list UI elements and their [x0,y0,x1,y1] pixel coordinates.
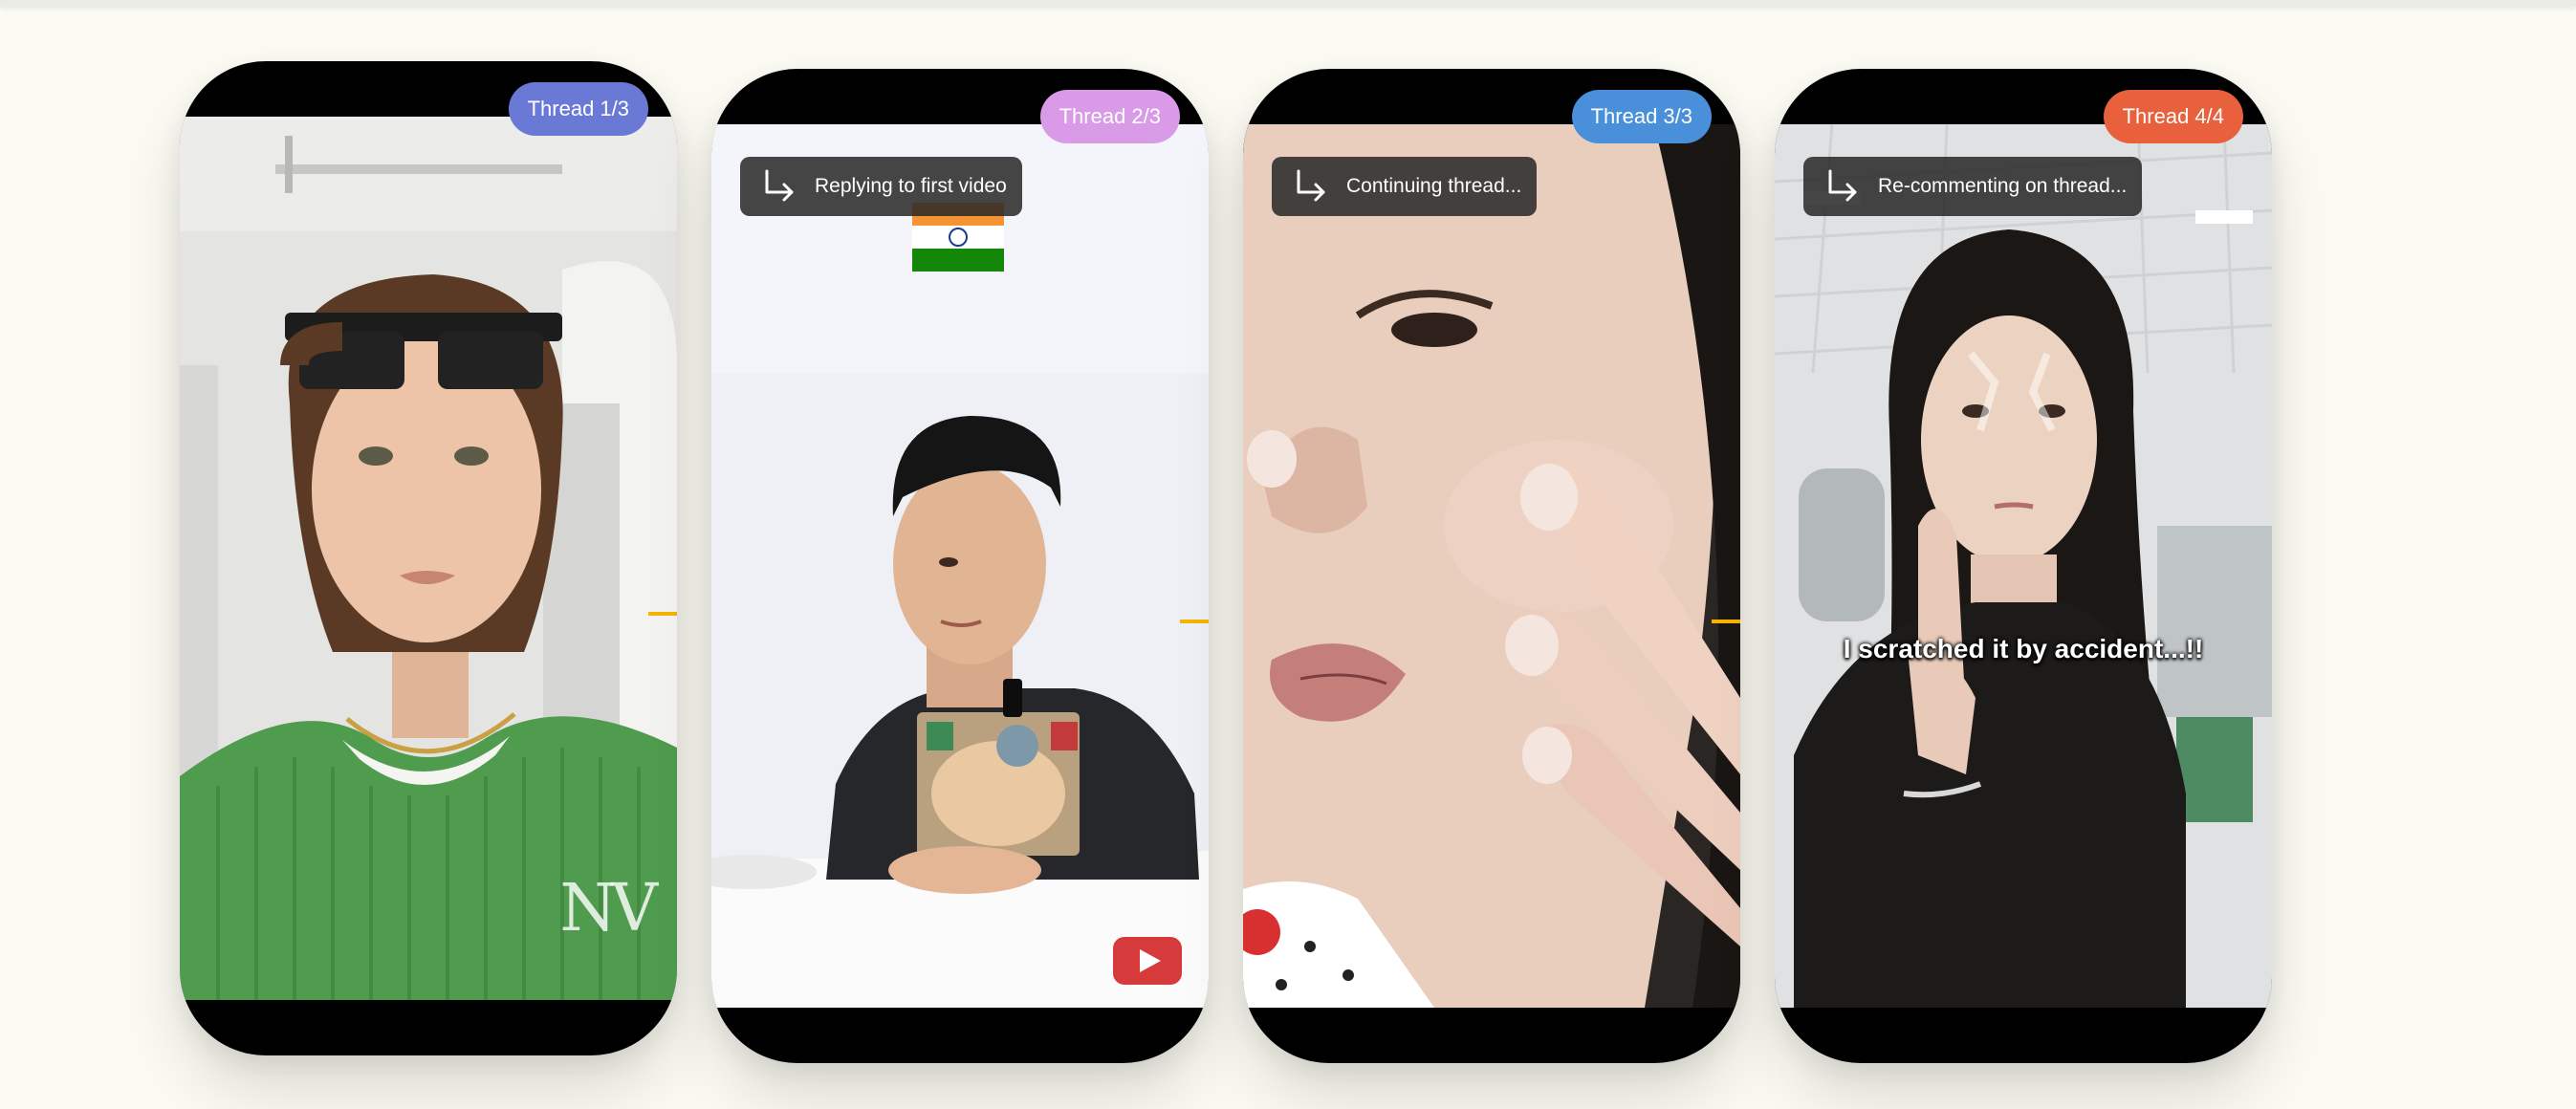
reply-arrow-icon [1828,169,1857,202]
video-frame-3 [1243,124,1740,1008]
video-thumbnail-1 [180,117,677,1000]
reply-arrow-icon [765,169,794,202]
video-card-2[interactable]: Thread 2/3 Replying to first video [711,69,1209,1063]
reply-context-label: Continuing thread... [1346,175,1522,197]
video-caption: I scratched it by accident...!! [1843,634,2204,663]
reply-arrow-icon [1297,169,1325,202]
top-divider [0,0,2576,7]
reply-context-chip: Re-commenting on thread... [1803,157,2143,216]
video-card-4[interactable]: I scratched it by accident...!! Thread 4… [1775,69,2272,1063]
thread-badge: Thread 1/3 [508,82,648,136]
video-frame-1: NV [180,117,677,1000]
reply-context-chip: Continuing thread... [1272,157,1538,216]
reply-context-label: Replying to first video [815,175,1007,197]
youtube-logo-icon [1113,937,1182,985]
scrub-marker [1712,620,1740,623]
video-frame-2 [711,124,1209,1008]
reply-context-chip: Replying to first video [740,157,1022,216]
reply-context-label: Re-commenting on thread... [1878,175,2128,197]
video-frame-4: I scratched it by accident...!! [1775,124,2272,1008]
video-thumbnail-3 [1243,124,1740,1008]
thread-badge: Thread 4/4 [2103,90,2243,143]
scrub-marker [1180,620,1209,623]
video-card-3[interactable]: Thread 3/3 Continuing thread... [1243,69,1740,1063]
scrub-marker [648,612,677,616]
channel-watermark: NV [559,871,658,946]
thread-badge: Thread 2/3 [1039,90,1180,143]
thread-badge: Thread 3/3 [1571,90,1712,143]
video-thumbnail-4 [1775,124,2272,1008]
video-card-1[interactable]: NV Thread 1/3 [180,61,677,1055]
